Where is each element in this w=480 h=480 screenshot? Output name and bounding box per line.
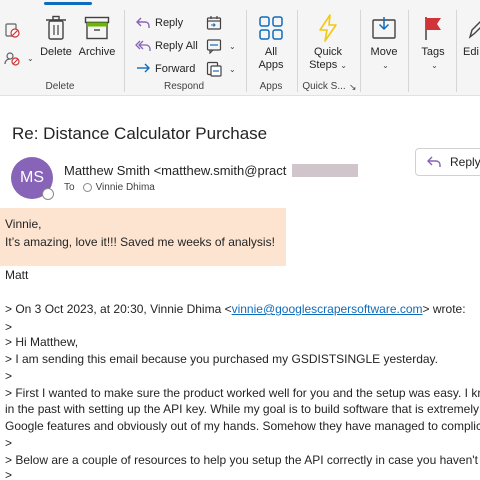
archive-icon <box>83 14 111 42</box>
forward-button[interactable]: Forward <box>135 61 195 77</box>
move-folder-icon <box>370 14 398 42</box>
quote-line: > <box>5 468 13 480</box>
reply-all-label: Reply All <box>155 40 198 52</box>
chevron-down-icon: ⌄ <box>229 41 236 51</box>
to-label: To <box>64 182 75 193</box>
pencil-icon <box>463 14 480 42</box>
recipient-presence-icon <box>82 183 92 192</box>
group-divider <box>408 10 409 92</box>
group-divider <box>246 10 247 92</box>
apps-grid-icon <box>257 14 285 42</box>
recipients-line: To Vinnie Dhima <box>64 182 155 193</box>
reply-label: Reply <box>155 17 184 29</box>
avatar-initials: MS <box>20 169 44 186</box>
active-tab-indicator <box>44 2 92 5</box>
delete-label: Delete <box>40 46 72 58</box>
more-respond-icon <box>206 61 222 77</box>
delete-group-label: Delete <box>45 81 75 92</box>
editing-label: Edi <box>463 46 479 58</box>
quote-line: > <box>5 369 13 383</box>
quote-line: > <box>5 320 13 334</box>
chevron-down-icon: ⌄ <box>229 64 236 74</box>
tags-label: Tags <box>421 46 445 58</box>
quote-intro-suffix: > wrote: <box>422 302 466 316</box>
apps-group-label: Apps <box>259 81 283 92</box>
quick-steps-label-2-wrap: Steps ⌄ <box>309 59 347 72</box>
reply-arrow-icon <box>135 15 151 31</box>
delete-button[interactable]: Delete <box>40 14 72 59</box>
move-button[interactable]: Move ⌄ <box>367 14 401 72</box>
chevron-down-icon: ⌄ <box>340 61 347 70</box>
meeting-icon <box>206 15 222 31</box>
more-respond-button[interactable]: ⌄ <box>206 61 236 77</box>
quote-intro: > On 3 Oct 2023, at 20:30, Vinnie Dhima … <box>5 302 466 316</box>
quote-intro-prefix: > On 3 Oct 2023, at 20:30, Vinnie Dhima … <box>5 302 232 316</box>
ignore-button[interactable] <box>4 22 24 38</box>
quick-steps-label-1: Quick <box>313 46 343 58</box>
lightning-icon <box>314 14 342 42</box>
chevron-down-icon: ⌄ <box>27 53 34 63</box>
reply-all-icon <box>135 38 151 54</box>
quick-steps-label-2: Steps <box>309 59 338 71</box>
reply-line: It’s amazing, love it!!! Saved me weeks … <box>5 235 275 249</box>
respond-group-label: Respond <box>163 81 205 92</box>
im-button[interactable]: ⌄ <box>206 38 236 54</box>
message-subject: Re: Distance Calculator Purchase <box>12 124 268 143</box>
group-divider <box>297 10 298 92</box>
presence-status-icon <box>42 188 54 200</box>
quote-line: in the past with setting up the API key.… <box>5 402 479 416</box>
ignore-icon <box>4 22 20 38</box>
quote-line: > Hi Matthew, <box>5 335 79 349</box>
tags-button[interactable]: Tags ⌄ <box>417 14 449 72</box>
reply-quick-button[interactable]: Reply <box>415 148 480 176</box>
ribbon: ⌄ Delete Archive Delete Reply Reply All … <box>0 0 480 96</box>
archive-button[interactable]: Archive <box>78 14 116 59</box>
move-label: Move <box>370 46 398 58</box>
editing-button[interactable]: Edi <box>463 14 480 59</box>
tab-strip <box>0 0 480 5</box>
signoff: Matt <box>5 268 29 282</box>
all-apps-label-1: All <box>264 46 278 58</box>
quote-line: > I am sending this email because you pu… <box>5 352 438 366</box>
reply-arrow-icon <box>426 154 442 170</box>
all-apps-button[interactable]: All Apps <box>254 14 288 72</box>
recipient-name[interactable]: Vinnie Dhima <box>96 182 155 193</box>
junk-icon <box>4 50 20 66</box>
all-apps-label-2: Apps <box>258 59 284 71</box>
quick-steps-button[interactable]: Quick Steps ⌄ <box>305 14 351 72</box>
chevron-down-icon: ⌄ <box>431 61 438 70</box>
sender-name[interactable]: Matthew Smith <matthew.smith@pract <box>64 163 286 178</box>
reply-quick-label: Reply <box>450 155 480 169</box>
quote-line: > <box>5 436 13 450</box>
flag-icon <box>419 14 447 42</box>
trash-icon <box>42 14 70 42</box>
greeting-line: Vinnie, <box>5 217 42 231</box>
chevron-down-icon: ⌄ <box>382 61 389 70</box>
redacted-area <box>292 164 358 177</box>
reply-all-button[interactable]: Reply All <box>135 38 198 54</box>
quoted-email-link[interactable]: vinnie@googlescrapersoftware.com <box>232 302 423 316</box>
reply-button[interactable]: Reply <box>135 15 183 31</box>
archive-label: Archive <box>78 46 116 58</box>
group-divider <box>124 10 125 92</box>
forward-label: Forward <box>155 63 196 75</box>
quote-line: > First I wanted to make sure the produc… <box>5 386 480 400</box>
quote-line: > Below are a couple of resources to hel… <box>5 453 480 467</box>
im-icon <box>206 38 222 54</box>
quote-line: Google features and obviously out of my … <box>5 419 480 433</box>
group-divider <box>456 10 457 92</box>
junk-button[interactable]: ⌄ <box>4 50 34 66</box>
quick-steps-group-label: Quick S... <box>302 81 346 92</box>
group-divider <box>360 10 361 92</box>
meeting-button[interactable] <box>206 15 226 31</box>
highlighted-reply: Vinnie, It’s amazing, love it!!! Saved m… <box>0 208 286 266</box>
dialog-launcher-icon[interactable]: ↘ <box>349 82 357 93</box>
forward-arrow-icon <box>135 61 151 77</box>
